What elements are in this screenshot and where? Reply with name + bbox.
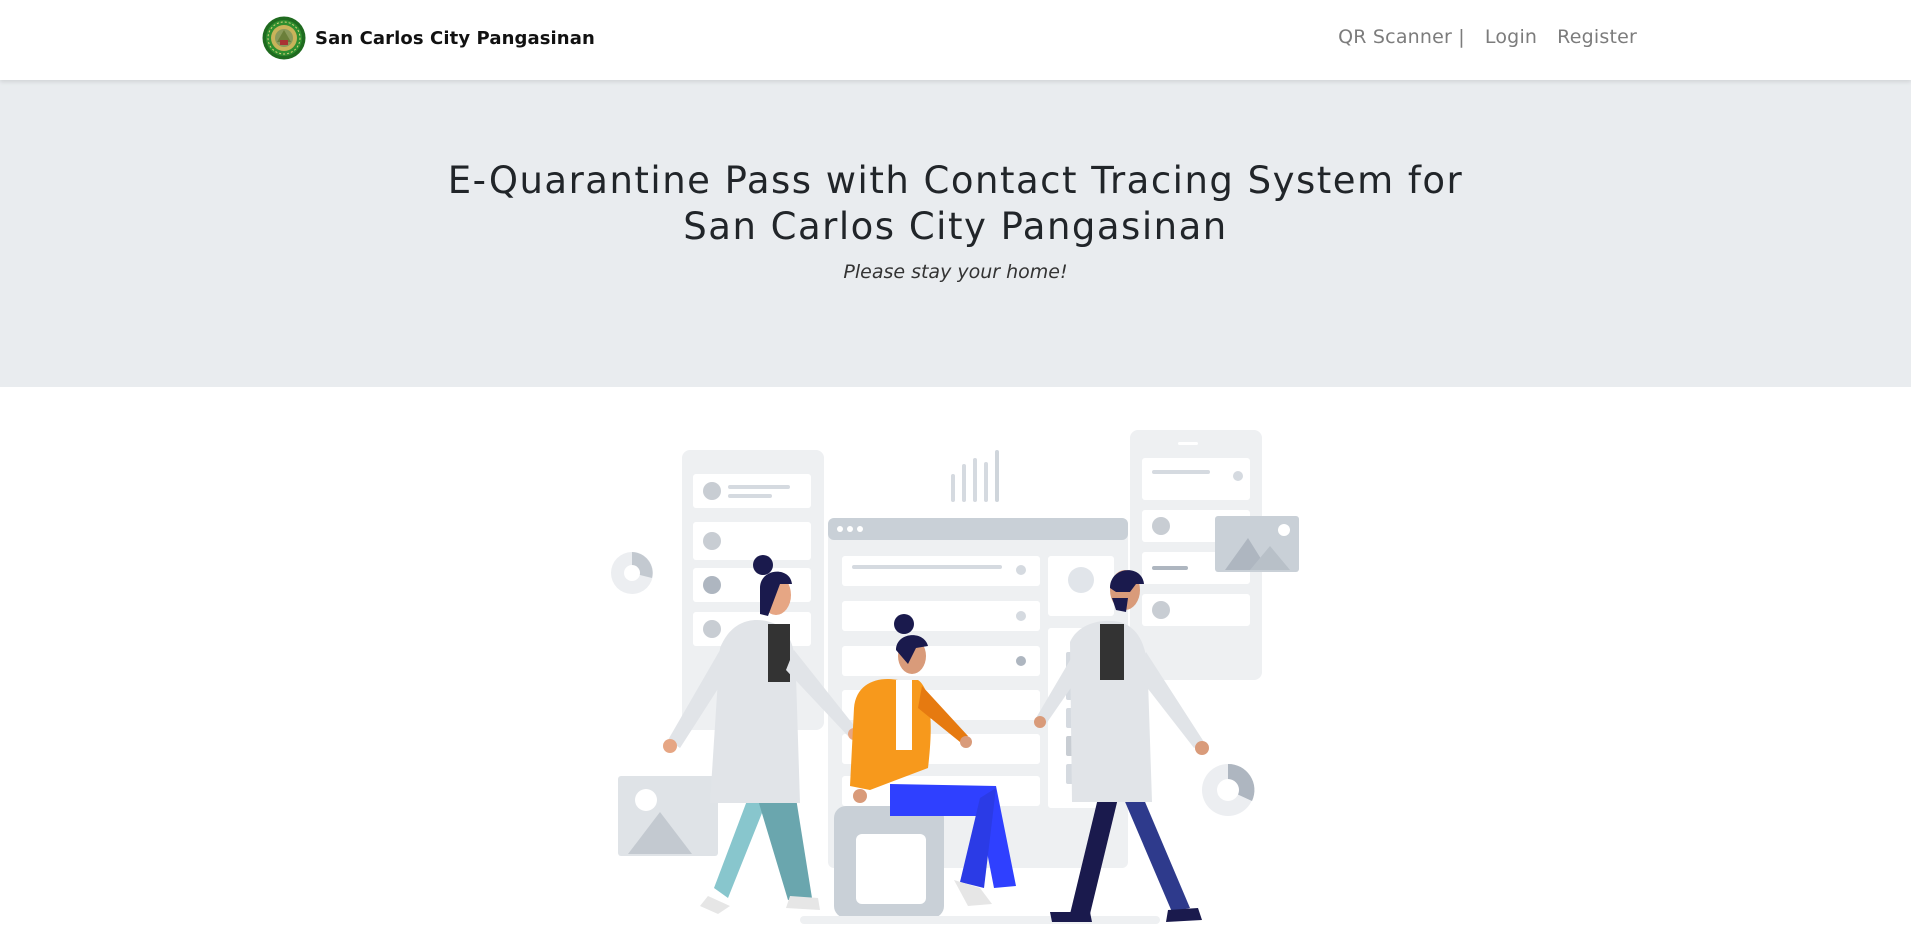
hero-subtitle: Please stay your home! (843, 261, 1068, 283)
page-title: E-Quarantine Pass with Contact Tracing S… (447, 159, 1464, 248)
top-navbar: San Carlos City Pangasinan QR Scanner | … (0, 0, 1911, 80)
brand-name: San Carlos City Pangasinan (315, 27, 595, 49)
medical-team-illustration-icon (611, 430, 1299, 924)
city-seal-logo-icon (262, 16, 306, 60)
hero-jumbotron: E-Quarantine Pass with Contact Tracing S… (0, 80, 1911, 387)
nav-qr-scanner-link[interactable]: QR Scanner | (1338, 26, 1465, 48)
brand-link[interactable]: San Carlos City Pangasinan (262, 16, 595, 60)
nav-register-link[interactable]: Register (1557, 26, 1637, 48)
nav-login-link[interactable]: Login (1485, 26, 1537, 48)
nav-links: QR Scanner | Login Register (1338, 26, 1637, 48)
